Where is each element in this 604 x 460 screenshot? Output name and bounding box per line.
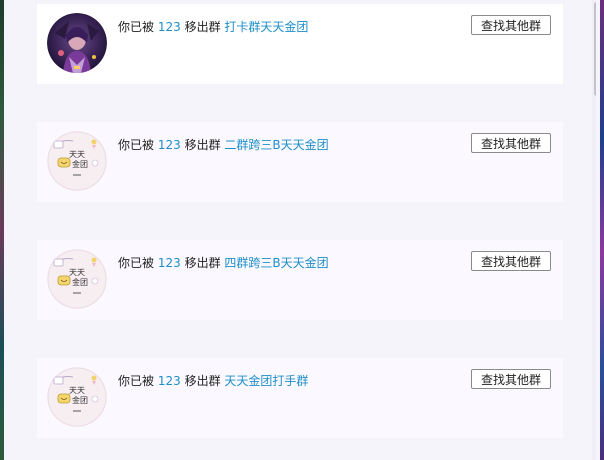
notification-card: 天天 金团 你已被 123 移出群 天天金团打手群 查找其他群 [37,358,563,438]
message-prefix: 你已被 [118,20,155,34]
message-prefix: 你已被 [118,256,155,270]
tiantian-logo-icon: 天天 金团 [47,131,107,191]
operator-user[interactable]: 123 [158,256,181,270]
character-art-icon [47,13,107,73]
group-name-link[interactable]: 二群跨三B天天金团 [224,138,328,152]
notification-message: 你已被 123 移出群 二群跨三B天天金团 [118,136,329,153]
find-other-groups-button[interactable]: 查找其他群 [471,15,551,35]
message-action: 移出群 [184,138,221,152]
message-action: 移出群 [184,20,221,34]
notification-message: 你已被 123 移出群 四群跨三B天天金团 [118,254,329,271]
notification-list: 你已被 123 移出群 打卡群天天金团 查找其他群 天天 金团 你已被 123 … [4,0,596,460]
notification-message: 你已被 123 移出群 天天金团打手群 [118,372,308,389]
operator-user[interactable]: 123 [158,138,181,152]
notification-card: 你已被 123 移出群 打卡群天天金团 查找其他群 [37,4,563,84]
tiantian-logo-icon: 天天 金团 [47,249,107,309]
vertical-scrollbar[interactable] [592,0,596,460]
svg-text:天天: 天天 [69,268,85,277]
group-avatar: 天天 金团 [47,367,107,427]
group-name-link[interactable]: 四群跨三B天天金团 [224,256,328,270]
notification-message: 你已被 123 移出群 打卡群天天金团 [118,18,308,35]
operator-user[interactable]: 123 [158,20,181,34]
svg-text:天天: 天天 [69,386,85,395]
svg-text:金团: 金团 [72,159,88,169]
message-action: 移出群 [184,256,221,270]
message-prefix: 你已被 [118,138,155,152]
notification-card: 天天 金团 你已被 123 移出群 二群跨三B天天金团 查找其他群 [37,122,563,202]
find-other-groups-button[interactable]: 查找其他群 [471,133,551,153]
svg-text:金团: 金团 [72,277,88,287]
notification-card: 天天 金团 你已被 123 移出群 四群跨三B天天金团 查找其他群 [37,240,563,320]
svg-text:金团: 金团 [72,395,88,405]
find-other-groups-button[interactable]: 查找其他群 [471,251,551,271]
operator-user[interactable]: 123 [158,374,181,388]
message-action: 移出群 [184,374,221,388]
tiantian-logo-icon: 天天 金团 [47,367,107,427]
group-avatar: 天天 金团 [47,131,107,191]
group-avatar: 天天 金团 [47,249,107,309]
group-name-link[interactable]: 打卡群天天金团 [224,20,308,34]
message-prefix: 你已被 [118,374,155,388]
group-avatar [47,13,107,73]
svg-text:天天: 天天 [69,150,85,159]
group-name-link[interactable]: 天天金团打手群 [224,374,308,388]
background-window-edge-right [600,0,604,460]
scrollbar-thumb[interactable] [594,2,596,96]
find-other-groups-button[interactable]: 查找其他群 [471,369,551,389]
